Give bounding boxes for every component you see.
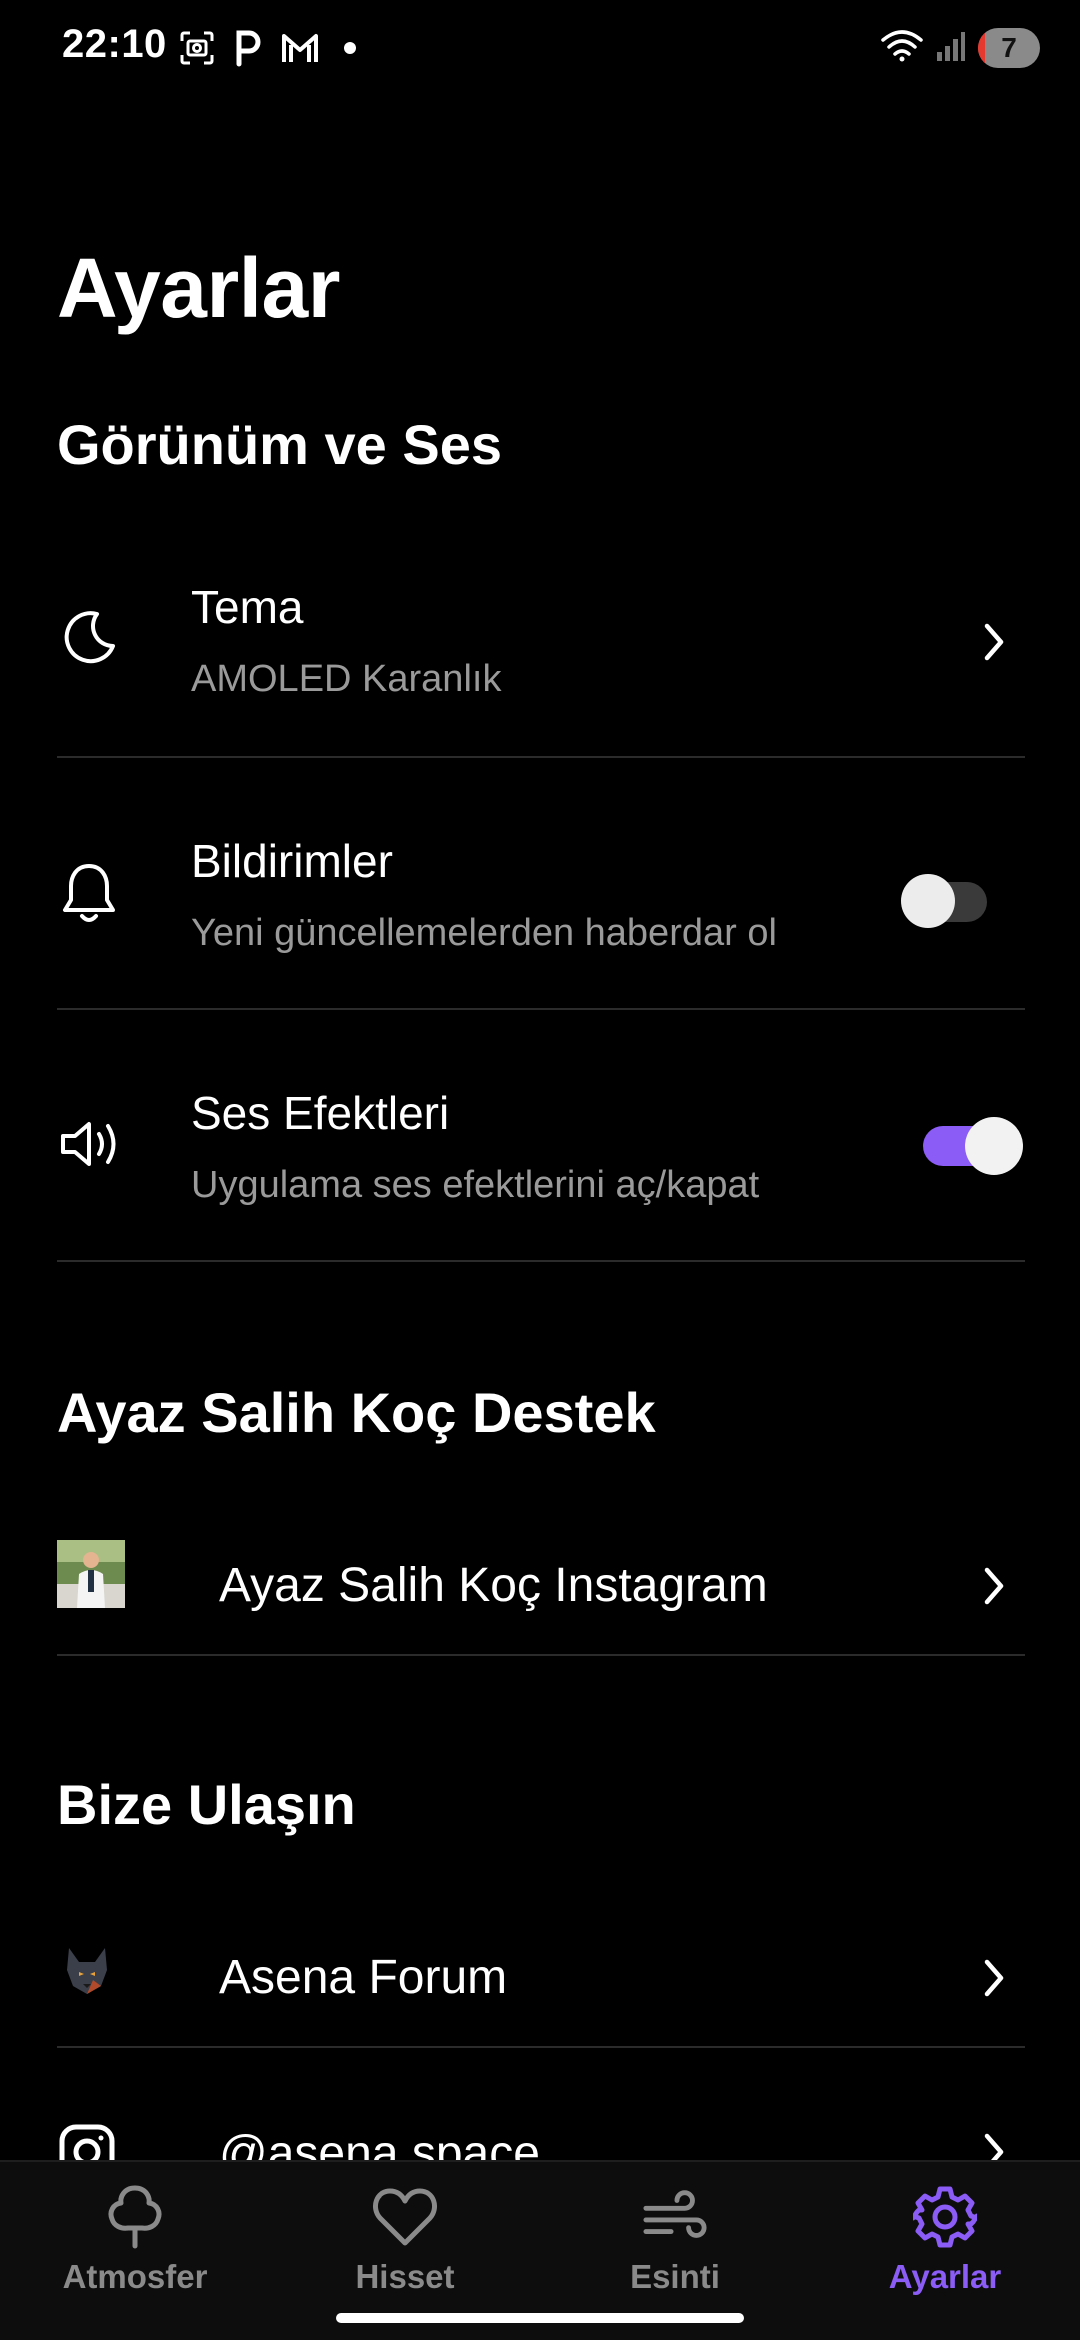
support-instagram-row[interactable]: Ayaz Salih Koç Instagram — [57, 1518, 1025, 1656]
chevron-right-icon — [984, 623, 1004, 661]
moon-icon — [57, 606, 121, 670]
tree-icon — [102, 2184, 168, 2250]
gear-icon — [912, 2184, 978, 2250]
theme-row[interactable]: Tema AMOLED Karanlık — [57, 540, 1025, 758]
section-title-contact: Bize Ulaşın — [57, 1773, 356, 1836]
sound-effects-toggle[interactable] — [923, 1114, 1025, 1178]
speaker-icon — [57, 1114, 127, 1174]
nav-item-ayarlar[interactable]: Ayarlar — [845, 2184, 1045, 2296]
notifications-row[interactable]: Bildirimler Yeni güncellemelerden haberd… — [57, 760, 1025, 1010]
wolf-logo — [57, 1940, 117, 2000]
wifi-icon — [880, 28, 924, 69]
battery-level: 7 — [1001, 32, 1017, 63]
notifications-toggle[interactable] — [901, 866, 995, 928]
home-indicator[interactable] — [336, 2313, 744, 2323]
theme-value: AMOLED Karanlık — [191, 658, 502, 700]
notifications-title: Bildirimler — [191, 835, 393, 887]
section-title-appearance: Görünüm ve Ses — [57, 413, 503, 476]
nav-item-esinti[interactable]: Esinti — [575, 2184, 775, 2296]
bell-icon — [57, 858, 121, 928]
signal-icon — [936, 30, 966, 67]
section-title-support: Ayaz Salih Koç Destek — [57, 1381, 656, 1444]
support-instagram-title: Ayaz Salih Koç Instagram — [219, 1559, 768, 1612]
nav-item-atmosfer[interactable]: Atmosfer — [35, 2184, 235, 2296]
dot-icon — [344, 42, 356, 54]
settings-screen: 22:10 7 Ayarlar Görünüm ve Ses Tema AMOL… — [0, 0, 1080, 2340]
battery-indicator: 7 — [978, 28, 1040, 68]
parking-icon — [234, 29, 262, 67]
nav-label: Hisset — [355, 2258, 455, 2295]
status-time: 22:10 — [62, 22, 167, 66]
asena-forum-row[interactable]: Asena Forum — [57, 1910, 1025, 2048]
asena-forum-title: Asena Forum — [219, 1951, 508, 2004]
gmail-icon — [280, 31, 320, 65]
toggle-knob — [965, 1117, 1023, 1175]
status-icons-left — [178, 26, 356, 70]
sound-effects-subtitle: Uygulama ses efektlerini aç/kapat — [191, 1164, 760, 1206]
sound-effects-row[interactable]: Ses Efektleri Uygulama ses efektlerini a… — [57, 1010, 1025, 1262]
sound-effects-title: Ses Efektleri — [191, 1087, 450, 1139]
nav-item-hisset[interactable]: Hisset — [305, 2184, 505, 2296]
notifications-subtitle: Yeni güncellemelerden haberdar ol — [191, 912, 777, 954]
chevron-right-icon — [984, 1567, 1004, 1605]
profile-photo — [57, 1540, 125, 1608]
toggle-knob — [901, 874, 955, 928]
nav-label: Atmosfer — [62, 2258, 208, 2295]
theme-title: Tema — [191, 581, 304, 633]
status-bar: 22:10 7 — [0, 0, 1080, 96]
screenshot-icon — [178, 29, 216, 67]
page-title: Ayarlar — [57, 241, 340, 335]
nav-label: Esinti — [630, 2258, 720, 2295]
heart-icon — [372, 2184, 438, 2250]
nav-label: Ayarlar — [888, 2258, 1002, 2295]
status-icons-right: 7 — [880, 26, 1040, 70]
wind-icon — [642, 2184, 708, 2250]
chevron-right-icon — [984, 1959, 1004, 1997]
